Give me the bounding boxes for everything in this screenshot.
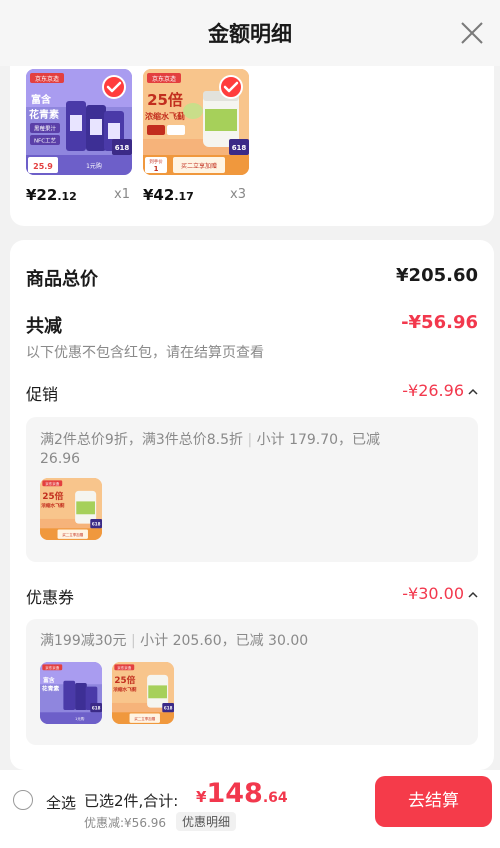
checkout-bar: 全选 已选2件,合计: ¥148.64 优惠减:¥56.96 优惠明细 去结算 [0, 770, 500, 848]
svg-text:1: 1 [154, 165, 159, 173]
coupon-label: 优惠券 [26, 588, 75, 607]
promo-toggle[interactable]: -¥26.96 [402, 381, 478, 400]
product-image-milk-thistle[interactable]: 京东京造 25倍 浓缩水飞蓟 到手价 1 买二立享加赠 618 [143, 69, 249, 175]
page-title: 金额明细 [208, 22, 292, 46]
close-icon[interactable] [458, 19, 486, 47]
svg-text:花青素: 花青素 [29, 108, 59, 121]
svg-text:25倍: 25倍 [147, 91, 183, 109]
select-all-label[interactable]: 全选 [46, 792, 76, 813]
svg-text:NFC工艺: NFC工艺 [34, 138, 57, 145]
svg-text:618: 618 [92, 705, 101, 710]
product-price: ¥42.17 [143, 186, 194, 204]
coupon-desc: 满199减30元 | 小计 205.60，已减 30.00 [40, 633, 309, 649]
svg-text:618: 618 [115, 144, 130, 152]
product-thumb: 京东京造 富含 花青素 1元购 618 [40, 662, 102, 724]
promo-detail-box: 满2件总价9折，满3件总价8.5折 | 小计 179.70，已减 26.96 京东… [26, 417, 478, 562]
coupon-detail-box: 满199减30元 | 小计 205.60，已减 30.00 京东京造 富含 花青… [26, 619, 478, 745]
order-total: ¥148.64 [196, 778, 288, 809]
chevron-up-icon [468, 388, 478, 395]
svg-text:京东京造: 京东京造 [117, 665, 131, 670]
promo-label: 促销 [26, 385, 59, 404]
coupon-value: -¥30.00 [402, 584, 464, 603]
svg-text:25倍: 25倍 [114, 674, 135, 686]
svg-text:京东京造: 京东京造 [35, 75, 59, 83]
svg-text:25.9: 25.9 [33, 162, 53, 171]
saving-text: 优惠减:¥56.96 [84, 816, 167, 830]
discount-detail-link[interactable]: 优惠明细 [176, 812, 237, 831]
svg-text:买二立享加赠: 买二立享加赠 [134, 716, 155, 721]
product-card: 京东京造 富含 花青素 黑莓果汁 NFC工艺 25.9 1元购 618 京东京造… [10, 66, 494, 226]
promo-desc: 满2件总价9折，满3件总价8.5折 | 小计 179.70，已减 26.96 [40, 432, 381, 467]
reduce-label: 共减 [26, 316, 62, 337]
svg-text:买二立享加赠: 买二立享加赠 [62, 532, 83, 537]
select-all-checkbox[interactable] [13, 790, 33, 810]
svg-text:买二立享加赠: 买二立享加赠 [181, 162, 217, 170]
svg-text:黑莓果汁: 黑莓果汁 [34, 125, 57, 133]
product-image-juice[interactable]: 京东京造 富含 花青素 黑莓果汁 NFC工艺 25.9 1元购 618 [26, 69, 132, 175]
promo-value: -¥26.96 [402, 381, 464, 400]
amount-detail-card: 商品总价 ¥205.60 共减 -¥56.96 以下优惠不包含红包，请在结算页查… [10, 240, 494, 770]
svg-text:25倍: 25倍 [42, 490, 63, 502]
svg-text:富含: 富含 [31, 93, 52, 106]
svg-text:浓缩水飞蓟: 浓缩水飞蓟 [145, 111, 185, 121]
product-qty: x1 [114, 187, 130, 202]
product-thumb: 京东京造 25倍 浓缩水飞蓟 买二立享加赠 618 [40, 478, 102, 540]
svg-text:到手价: 到手价 [149, 158, 163, 165]
svg-text:京东京造: 京东京造 [152, 75, 176, 83]
discount-note: 以下优惠不包含红包，请在结算页查看 [26, 345, 264, 361]
total-label: 商品总价 [26, 269, 98, 290]
coupon-toggle[interactable]: -¥30.00 [402, 584, 478, 603]
product-price: ¥22.12 [26, 186, 77, 204]
product-qty: x3 [230, 187, 246, 202]
chevron-up-icon [468, 591, 478, 598]
svg-text:京东京造: 京东京造 [45, 665, 59, 670]
svg-text:1元购: 1元购 [86, 162, 102, 170]
selected-summary: 已选2件,合计: [84, 792, 179, 810]
svg-text:618: 618 [164, 705, 173, 710]
header: 金额明细 [0, 0, 500, 66]
checkout-button[interactable]: 去结算 [375, 776, 492, 827]
svg-text:618: 618 [92, 521, 101, 526]
svg-text:618: 618 [232, 144, 247, 152]
svg-text:京东京造: 京东京造 [45, 481, 59, 486]
reduce-value: -¥56.96 [401, 312, 478, 333]
svg-text:1元购: 1元购 [75, 716, 85, 721]
total-value: ¥205.60 [396, 265, 478, 286]
product-thumb: 京东京造 25倍 浓缩水飞蓟 买二立享加赠 618 [112, 662, 174, 724]
